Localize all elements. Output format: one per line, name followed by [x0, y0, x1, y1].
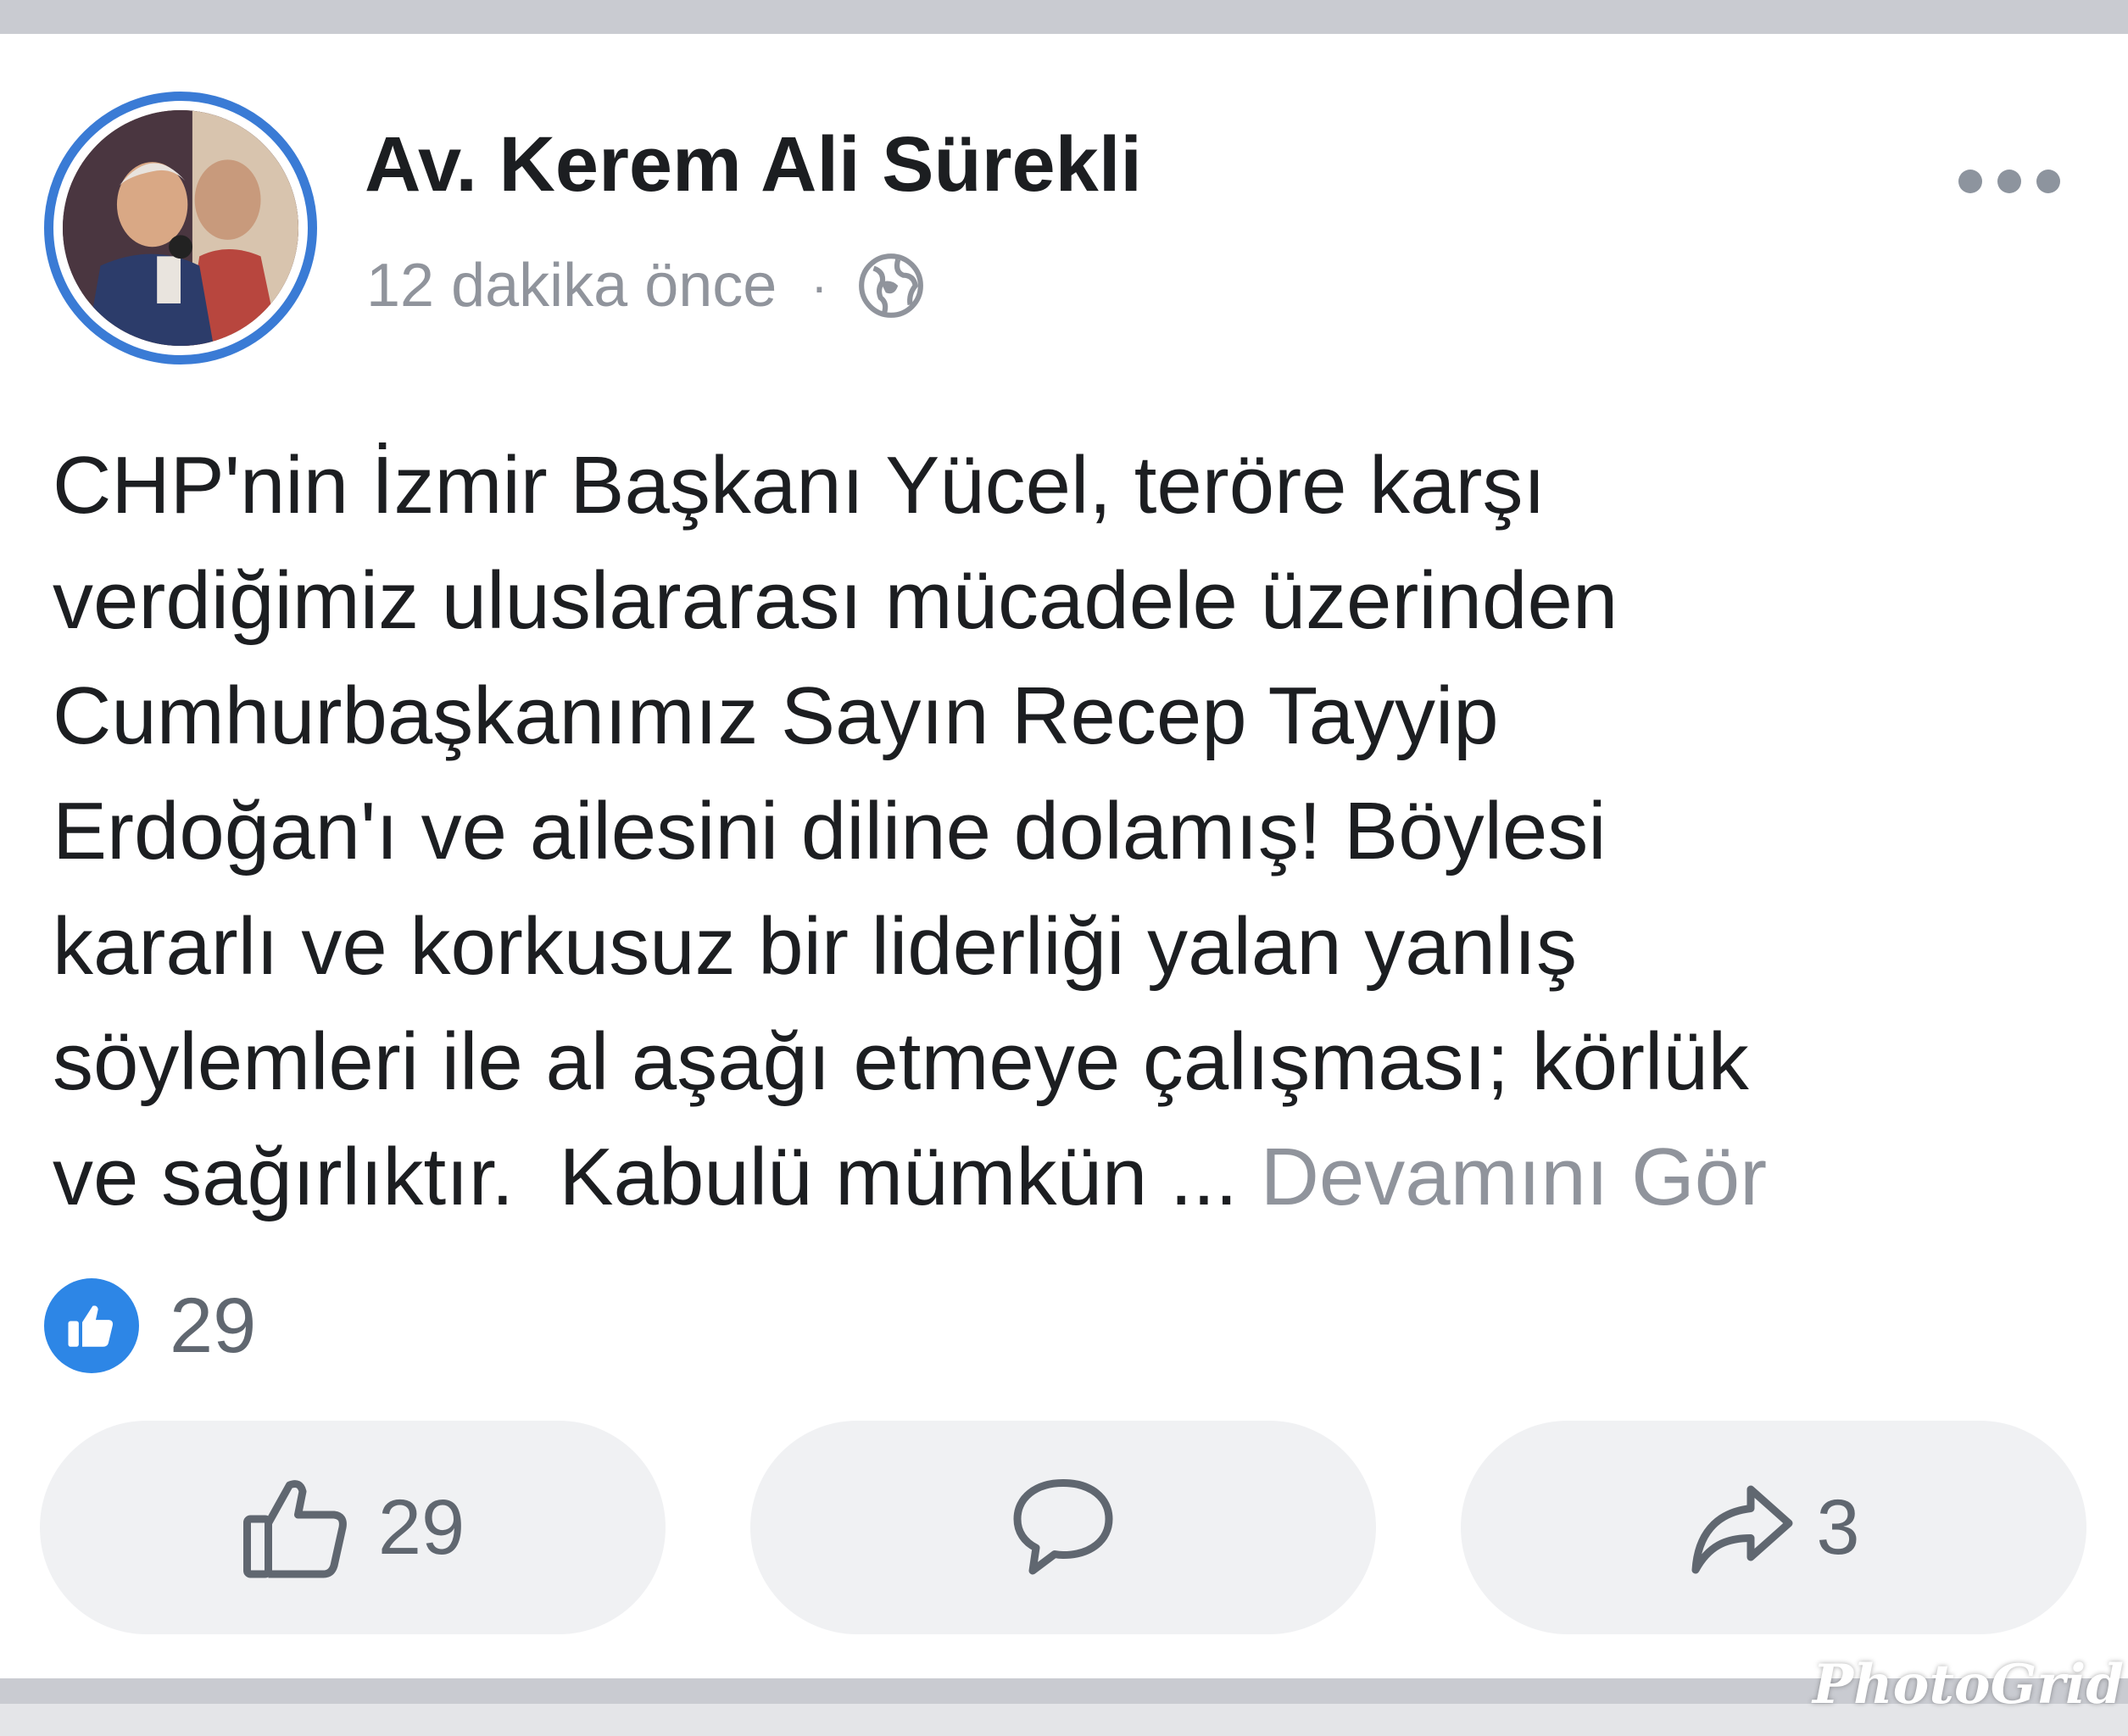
post-text-line: söylemleri ile al aşağı etmeye çalışması…	[53, 1016, 1749, 1107]
reaction-count: 29	[170, 1282, 257, 1369]
top-divider	[0, 0, 2128, 34]
post-text-last-line: ve sağırlıktır. Kabulü mümkün ... Devamı…	[53, 1120, 2087, 1235]
avatar-photo-image	[63, 110, 298, 346]
avatar-photo	[63, 110, 298, 346]
bottom-strip	[0, 1704, 2128, 1736]
share-icon	[1691, 1485, 1793, 1574]
thumbs-up-outline-icon	[242, 1480, 347, 1578]
avatar[interactable]	[44, 92, 317, 364]
share-count: 3	[1816, 1483, 1860, 1571]
meta-separator: ·	[811, 257, 828, 314]
more-dot	[2036, 170, 2060, 193]
post-text-line: Erdoğan'ı ve ailesini diline dolamış! Bö…	[53, 786, 1607, 876]
post-text-line: verdiğimiz uluslararası mücadele üzerind…	[53, 555, 1618, 646]
like-count: 29	[377, 1483, 465, 1571]
more-dot	[1997, 170, 2021, 193]
post-meta: 12 dakika önce ·	[366, 248, 926, 324]
author-name[interactable]: Av. Kerem Ali Sürekli	[365, 125, 1142, 203]
see-more-link[interactable]: Devamını Gör	[1261, 1132, 1768, 1222]
more-options-icon[interactable]	[1958, 170, 2060, 193]
comment-icon	[1013, 1479, 1113, 1575]
post-text-line: Cumhurbaşkanımız Sayın Recep Tayyip	[53, 670, 1499, 761]
more-dot	[1958, 170, 1982, 193]
post-text-line: kararlı ve korkusuz bir liderliği yalan …	[53, 901, 1578, 992]
like-reaction-icon	[44, 1278, 139, 1373]
photogrid-watermark: PhotoGrid	[1813, 1653, 2125, 1717]
share-button[interactable]: 3	[1461, 1421, 2086, 1634]
post-text-line: ve sağırlıktır. Kabulü mümkün ...	[53, 1132, 1261, 1222]
post-timestamp[interactable]: 12 dakika önce	[366, 251, 777, 320]
thumbs-up-icon	[68, 1305, 114, 1347]
comment-button[interactable]	[750, 1421, 1376, 1634]
globe-icon	[859, 253, 924, 318]
post-text: CHP'nin İzmir Başkanı Yücel, teröre karş…	[53, 428, 2087, 1235]
like-button[interactable]: 29	[40, 1421, 666, 1634]
reaction-summary[interactable]: 29	[44, 1278, 256, 1373]
post-text-line: CHP'nin İzmir Başkanı Yücel, teröre karş…	[53, 440, 1546, 531]
